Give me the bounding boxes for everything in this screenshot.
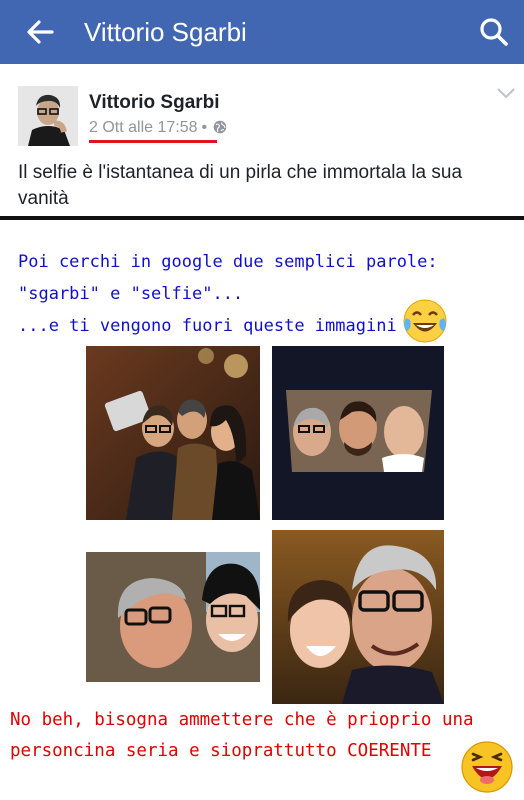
divider (0, 216, 524, 220)
post-author[interactable]: Vittorio Sgarbi (89, 92, 220, 114)
post-meta: 2 Ott alle 17:58 • (89, 119, 227, 137)
arrow-left-icon (27, 20, 54, 44)
meme-line-2: "sgarbi" e "selfie"... (18, 284, 244, 304)
app-bar: Vittorio Sgarbi (0, 0, 524, 64)
laughing-emoji (461, 741, 513, 793)
tears-of-joy-emoji (403, 299, 447, 343)
search-icon (480, 18, 508, 46)
globe-icon (213, 120, 227, 134)
selfie-photo-4[interactable] (272, 530, 444, 704)
meme-line-3: ...e ti vengono fuori queste immagini (18, 316, 397, 336)
red-underline-highlight (89, 140, 217, 143)
post-card: Vittorio Sgarbi 2 Ott alle 17:58 • Il sel… (0, 64, 524, 216)
page-title: Vittorio Sgarbi (84, 17, 247, 47)
post-menu-button[interactable] (496, 86, 516, 100)
post-text: Il selfie è l'istantanea di un pirla che… (18, 162, 463, 209)
search-button[interactable] (476, 14, 512, 50)
avatar[interactable] (18, 86, 78, 146)
selfie-photo-3[interactable] (86, 530, 260, 704)
meme-bottom-line-1: No beh, bisogna ammettere che è prioprio… (10, 710, 474, 730)
post-date[interactable]: 2 Ott alle 17:58 (89, 119, 198, 136)
meta-separator: • (201, 119, 208, 136)
meme-bottom-line-2: personcina seria e sioprattutto COERENTE (10, 741, 432, 761)
selfie-photo-2[interactable] (272, 346, 444, 520)
meme-line-1: Poi cerchi in google due semplici parole… (18, 252, 438, 272)
selfie-photo-1[interactable] (86, 346, 260, 520)
back-button[interactable] (22, 14, 58, 50)
chevron-down-icon (497, 88, 515, 99)
